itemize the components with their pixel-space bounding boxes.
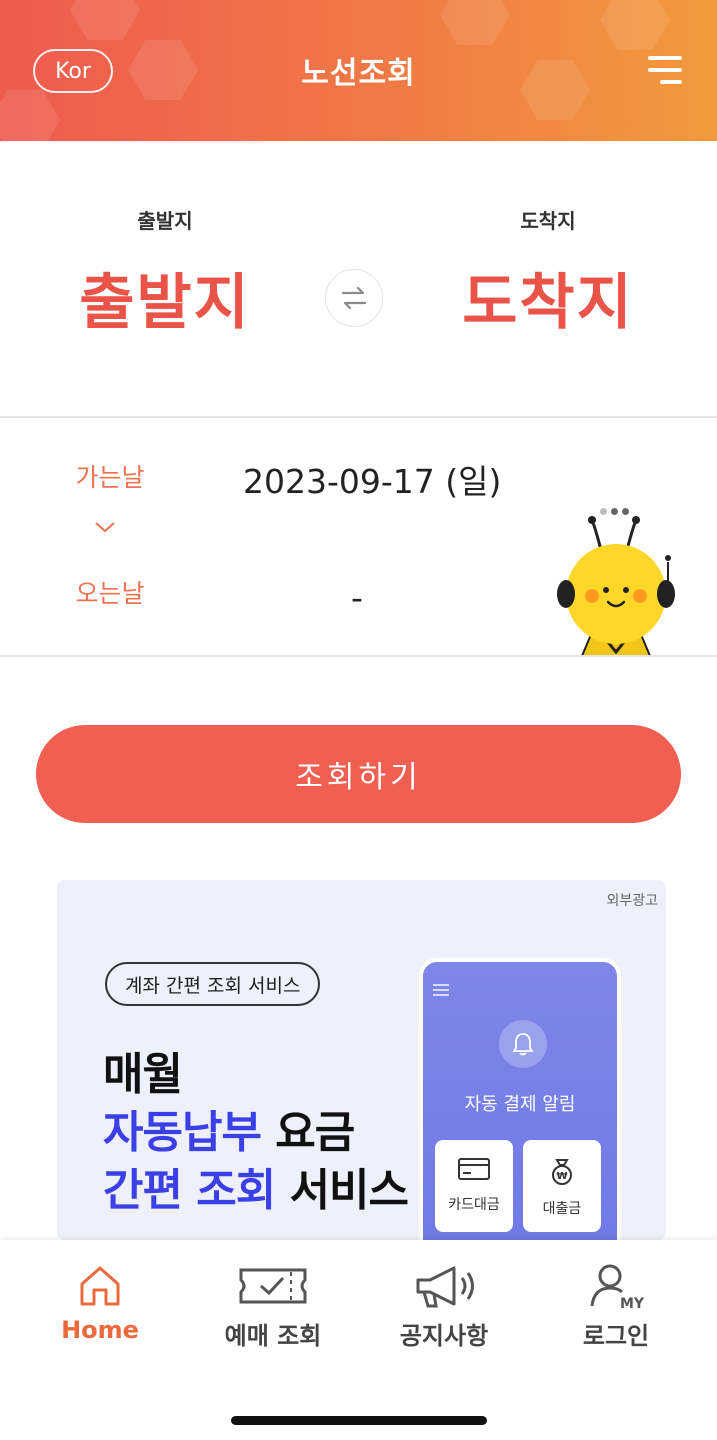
menu-icon [433,984,449,999]
home-icon [80,1266,120,1306]
ad-headline-3: 간편 조회 서비스 [103,1165,409,1216]
svg-text:₩: ₩ [556,1171,567,1182]
nav-home[interactable]: Home [10,1262,190,1344]
credit-card-icon [458,1158,490,1180]
nav-login[interactable]: MY 로그인 [526,1262,706,1351]
depart-date-value[interactable]: 2023-09-17 (일) [243,455,501,503]
ad-pill: 계좌 간편 조회 서비스 [105,962,321,1006]
ad-tag: 외부광고 [606,893,658,909]
hex-decoration [0,90,60,141]
ad-phone-title: 자동 결제 알림 [464,1094,576,1115]
arrival-value[interactable]: 도착지 [428,254,668,341]
divider [0,416,717,418]
nav-reservation-check[interactable]: 예매 조회 [183,1262,363,1351]
home-indicator[interactable] [231,1416,487,1425]
ad-card-credit: 카드대금 [435,1140,513,1232]
app-header: Kor 노선조회 [0,0,717,141]
hamburger-menu-icon[interactable] [644,54,682,88]
departure-selector[interactable]: 출발지 출발지 [45,205,285,341]
depart-date-label[interactable]: 가는날 [55,458,165,494]
bottom-navigation: Home 예매 조회 공지사항 MY 로그인 [0,1240,717,1440]
hex-decoration [70,0,140,40]
ad-banner[interactable]: 외부광고 계좌 간편 조회 서비스 매월 자동납부 요금 간편 조회 서비스 자… [57,880,666,1240]
arrival-selector[interactable]: 도착지 도착지 [428,205,668,341]
page-title: 노선조회 [301,56,416,91]
ad-headline-1: 매월 [103,1049,183,1100]
divider [0,655,717,657]
search-button[interactable]: 조회하기 [36,725,681,823]
hex-decoration [600,0,670,50]
arrival-caption: 도착지 [520,209,576,233]
ad-headline-2: 자동납부 요금 [103,1107,355,1158]
nav-notice[interactable]: 공지사항 [354,1262,534,1351]
chevron-down-icon[interactable] [94,516,116,538]
money-bag-icon: ₩ [552,1159,572,1185]
ticket-check-icon [239,1268,307,1304]
departure-caption: 출발지 [137,209,193,233]
departure-value[interactable]: 출발지 [45,254,285,341]
route-selector: 출발지 출발지 도착지 도착지 [0,141,717,417]
ad-card-loan: ₩ 대출금 [523,1140,601,1232]
ad-phone-illustration: 자동 결제 알림 카드대금 ₩ 대출금 [419,958,621,1240]
bell-icon [499,1020,547,1068]
return-date-label[interactable]: 오는날 [55,574,165,610]
swap-arrows-icon[interactable] [325,269,383,327]
hex-decoration [440,0,510,45]
megaphone-icon [416,1266,474,1308]
bee-mascot-icon [557,516,675,656]
svg-text:MY: MY [620,1296,645,1310]
my-user-icon: MY [590,1264,645,1310]
return-date-value[interactable]: - [351,578,363,617]
